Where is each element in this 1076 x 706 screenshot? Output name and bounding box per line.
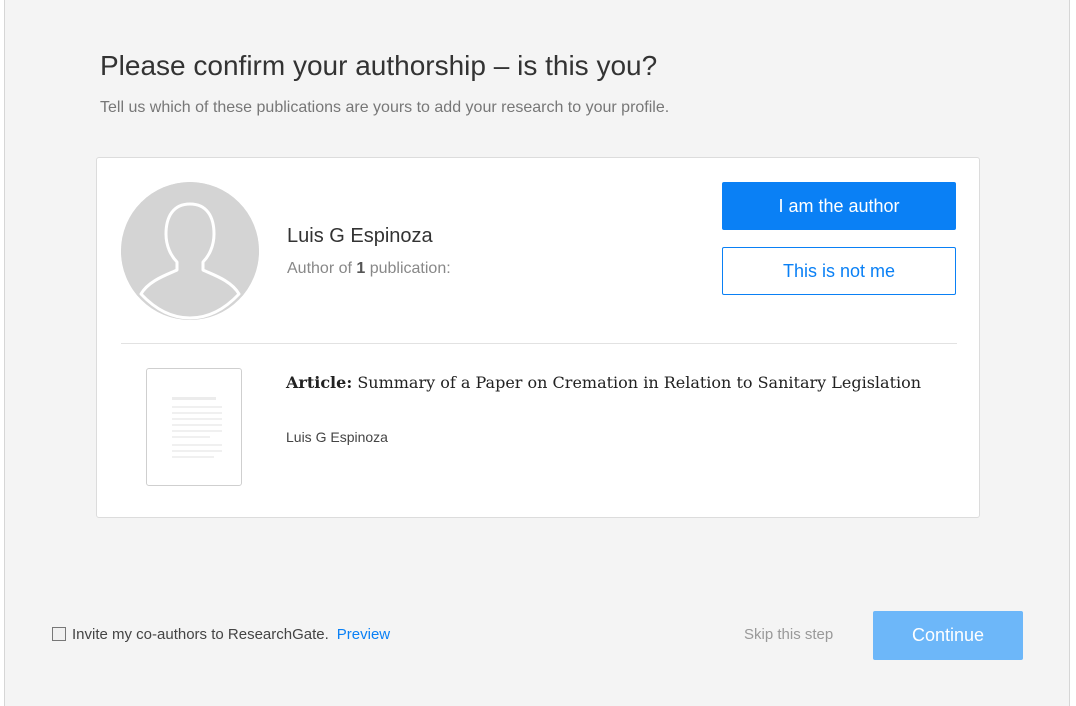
publication-title[interactable]: Article: Summary of a Paper on Cremation…: [286, 370, 936, 395]
continue-button[interactable]: Continue: [873, 611, 1023, 660]
invite-coauthors-label[interactable]: Invite my co-authors to ResearchGate.: [72, 626, 329, 643]
dialog-subtitle: Tell us which of these publications are …: [100, 99, 670, 116]
author-publication-count: Author of 1 publication:: [287, 260, 451, 278]
authorship-dialog: Please confirm your authorship – is this…: [4, 0, 1070, 706]
publication-title-text: Summary of a Paper on Cremation in Relat…: [357, 373, 922, 392]
author-meta-suffix: publication:: [365, 260, 451, 277]
skip-this-step-link[interactable]: Skip this step: [744, 626, 833, 643]
publication-authors: Luis G Espinoza: [286, 429, 388, 445]
author-name: Luis G Espinoza: [287, 225, 433, 247]
publication-type: Article:: [286, 373, 353, 392]
author-meta-prefix: Author of: [287, 260, 357, 277]
invite-coauthors-checkbox[interactable]: [52, 627, 66, 641]
document-thumbnail-icon: [146, 368, 242, 486]
i-am-the-author-button[interactable]: I am the author: [722, 182, 956, 230]
dialog-title: Please confirm your authorship – is this…: [100, 50, 658, 81]
author-card: Luis G Espinoza Author of 1 publication:…: [96, 157, 980, 518]
preview-link[interactable]: Preview: [337, 626, 390, 643]
default-user-avatar-icon: [121, 182, 259, 320]
invite-coauthors-row: Invite my co-authors to ResearchGate. Pr…: [52, 623, 390, 645]
card-divider: [121, 343, 957, 344]
publication-count: 1: [356, 260, 366, 277]
this-is-not-me-button[interactable]: This is not me: [722, 247, 956, 295]
